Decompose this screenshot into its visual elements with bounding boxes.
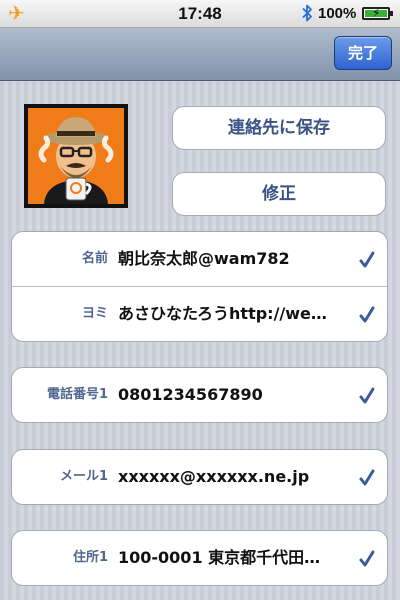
- done-button[interactable]: 完了: [334, 36, 392, 70]
- name-row[interactable]: 名前 朝比奈太郎@wam782: [12, 232, 387, 286]
- battery-icon: ⚡: [362, 6, 390, 20]
- battery-percentage: 100%: [318, 5, 357, 22]
- address-value: 100-0001 東京都千代田…: [118, 548, 321, 567]
- name-label: 名前: [81, 251, 108, 266]
- checkmark-icon: [359, 251, 375, 268]
- name-value: 朝比奈太郎@wam782: [118, 249, 290, 268]
- status-bar: ✈ 17:48 100% ⚡: [0, 0, 400, 28]
- navigation-bar: 完了: [0, 28, 400, 81]
- checkmark-icon: [359, 387, 375, 404]
- email-group: メール1 xxxxxx@xxxxxx.ne.jp: [11, 449, 388, 505]
- charging-bolt-icon: ⚡: [372, 6, 381, 20]
- checkmark-icon: [359, 469, 375, 486]
- address-row[interactable]: 住所1 100-0001 東京都千代田…: [12, 531, 387, 585]
- bluetooth-icon: [302, 4, 312, 22]
- reading-label: ヨミ: [81, 306, 108, 321]
- battery-tip: [390, 11, 393, 16]
- phone-group: 電話番号1 0801234567890: [11, 367, 388, 423]
- email-value: xxxxxx@xxxxxx.ne.jp: [118, 467, 310, 486]
- phone-label: 電話番号1: [46, 387, 108, 402]
- reading-row[interactable]: ヨミ あさひなたろうhttp://we…: [12, 286, 387, 341]
- checkmark-icon: [359, 550, 375, 567]
- address-group: 住所1 100-0001 東京都千代田…: [11, 530, 388, 586]
- reading-value: あさひなたろうhttp://we…: [118, 304, 327, 323]
- phone-row[interactable]: 電話番号1 0801234567890: [12, 368, 387, 422]
- phone-value: 0801234567890: [118, 385, 263, 404]
- address-label: 住所1: [72, 550, 108, 565]
- checkmark-icon: [359, 306, 375, 323]
- email-label: メール1: [59, 469, 108, 484]
- save-to-contacts-button[interactable]: 連絡先に保存: [172, 106, 386, 150]
- edit-button[interactable]: 修正: [172, 172, 386, 216]
- name-group: 名前 朝比奈太郎@wam782 ヨミ あさひなたろうhttp://we…: [11, 231, 388, 342]
- email-row[interactable]: メール1 xxxxxx@xxxxxx.ne.jp: [12, 450, 387, 504]
- avatar[interactable]: [24, 104, 128, 208]
- avatar-illustration: [28, 108, 124, 204]
